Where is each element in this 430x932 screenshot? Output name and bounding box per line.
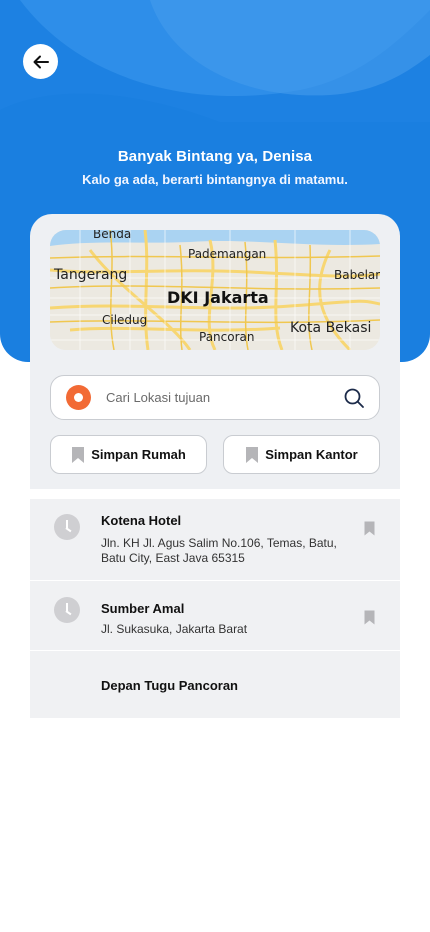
- map-label-benda: Benda: [93, 230, 132, 241]
- save-home-label: Simpan Rumah: [91, 447, 186, 462]
- bookmark-icon: [246, 446, 259, 463]
- bookmark-icon[interactable]: [364, 610, 375, 625]
- search-icon[interactable]: [343, 387, 365, 409]
- bookmark-icon: [72, 446, 85, 463]
- list-item[interactable]: Depan Tugu Pancoran: [30, 651, 400, 719]
- map-preview[interactable]: Benda Pademangan Tangerang Babelan DKI J…: [50, 230, 380, 350]
- history-list: Kotena Hotel Jln. KH Jl. Agus Salim No.1…: [30, 499, 400, 719]
- back-button[interactable]: [23, 44, 58, 79]
- list-item[interactable]: Sumber Amal Jl. Sukasuka, Jakarta Barat: [30, 581, 400, 651]
- arrow-left-icon: [33, 55, 49, 68]
- place-name: Sumber Amal: [101, 601, 185, 616]
- clock-icon: [54, 514, 80, 540]
- map-label-bekasi: Kota Bekasi: [290, 320, 372, 336]
- map-label-jakarta: DKI Jakarta: [167, 288, 269, 307]
- place-address: Jl. Sukasuka, Jakarta Barat: [101, 622, 248, 636]
- map-label-ciledug: Ciledug: [102, 313, 148, 327]
- save-office-button[interactable]: Simpan Kantor: [223, 435, 380, 474]
- greeting-subtitle: Kalo ga ada, berarti bintangnya di matam…: [82, 172, 348, 187]
- save-office-label: Simpan Kantor: [265, 447, 358, 462]
- map-label-babelan: Babelan: [334, 268, 380, 282]
- greeting: Banyak Bintang ya, Denisa Kalo ga ada, b…: [0, 148, 430, 187]
- search-bar: [50, 375, 380, 420]
- bookmark-icon[interactable]: [364, 521, 375, 536]
- place-address: Jln. KH Jl. Agus Salim No.106, Temas, Ba…: [101, 536, 337, 565]
- place-name: Kotena Hotel: [101, 513, 182, 528]
- greeting-title: Banyak Bintang ya, Denisa: [117, 148, 313, 165]
- list-item[interactable]: Kotena Hotel Jln. KH Jl. Agus Salim No.1…: [30, 499, 400, 581]
- clock-icon: [54, 597, 80, 623]
- location-pin-icon: [66, 385, 91, 410]
- map-label-pancoran: Pancoran: [199, 330, 255, 344]
- map-label-tangerang: Tangerang: [54, 267, 128, 283]
- save-home-button[interactable]: Simpan Rumah: [50, 435, 207, 474]
- search-input[interactable]: [106, 390, 343, 405]
- map-label-pademangan: Pademangan: [188, 247, 267, 261]
- place-name: Depan Tugu Pancoran: [101, 678, 238, 693]
